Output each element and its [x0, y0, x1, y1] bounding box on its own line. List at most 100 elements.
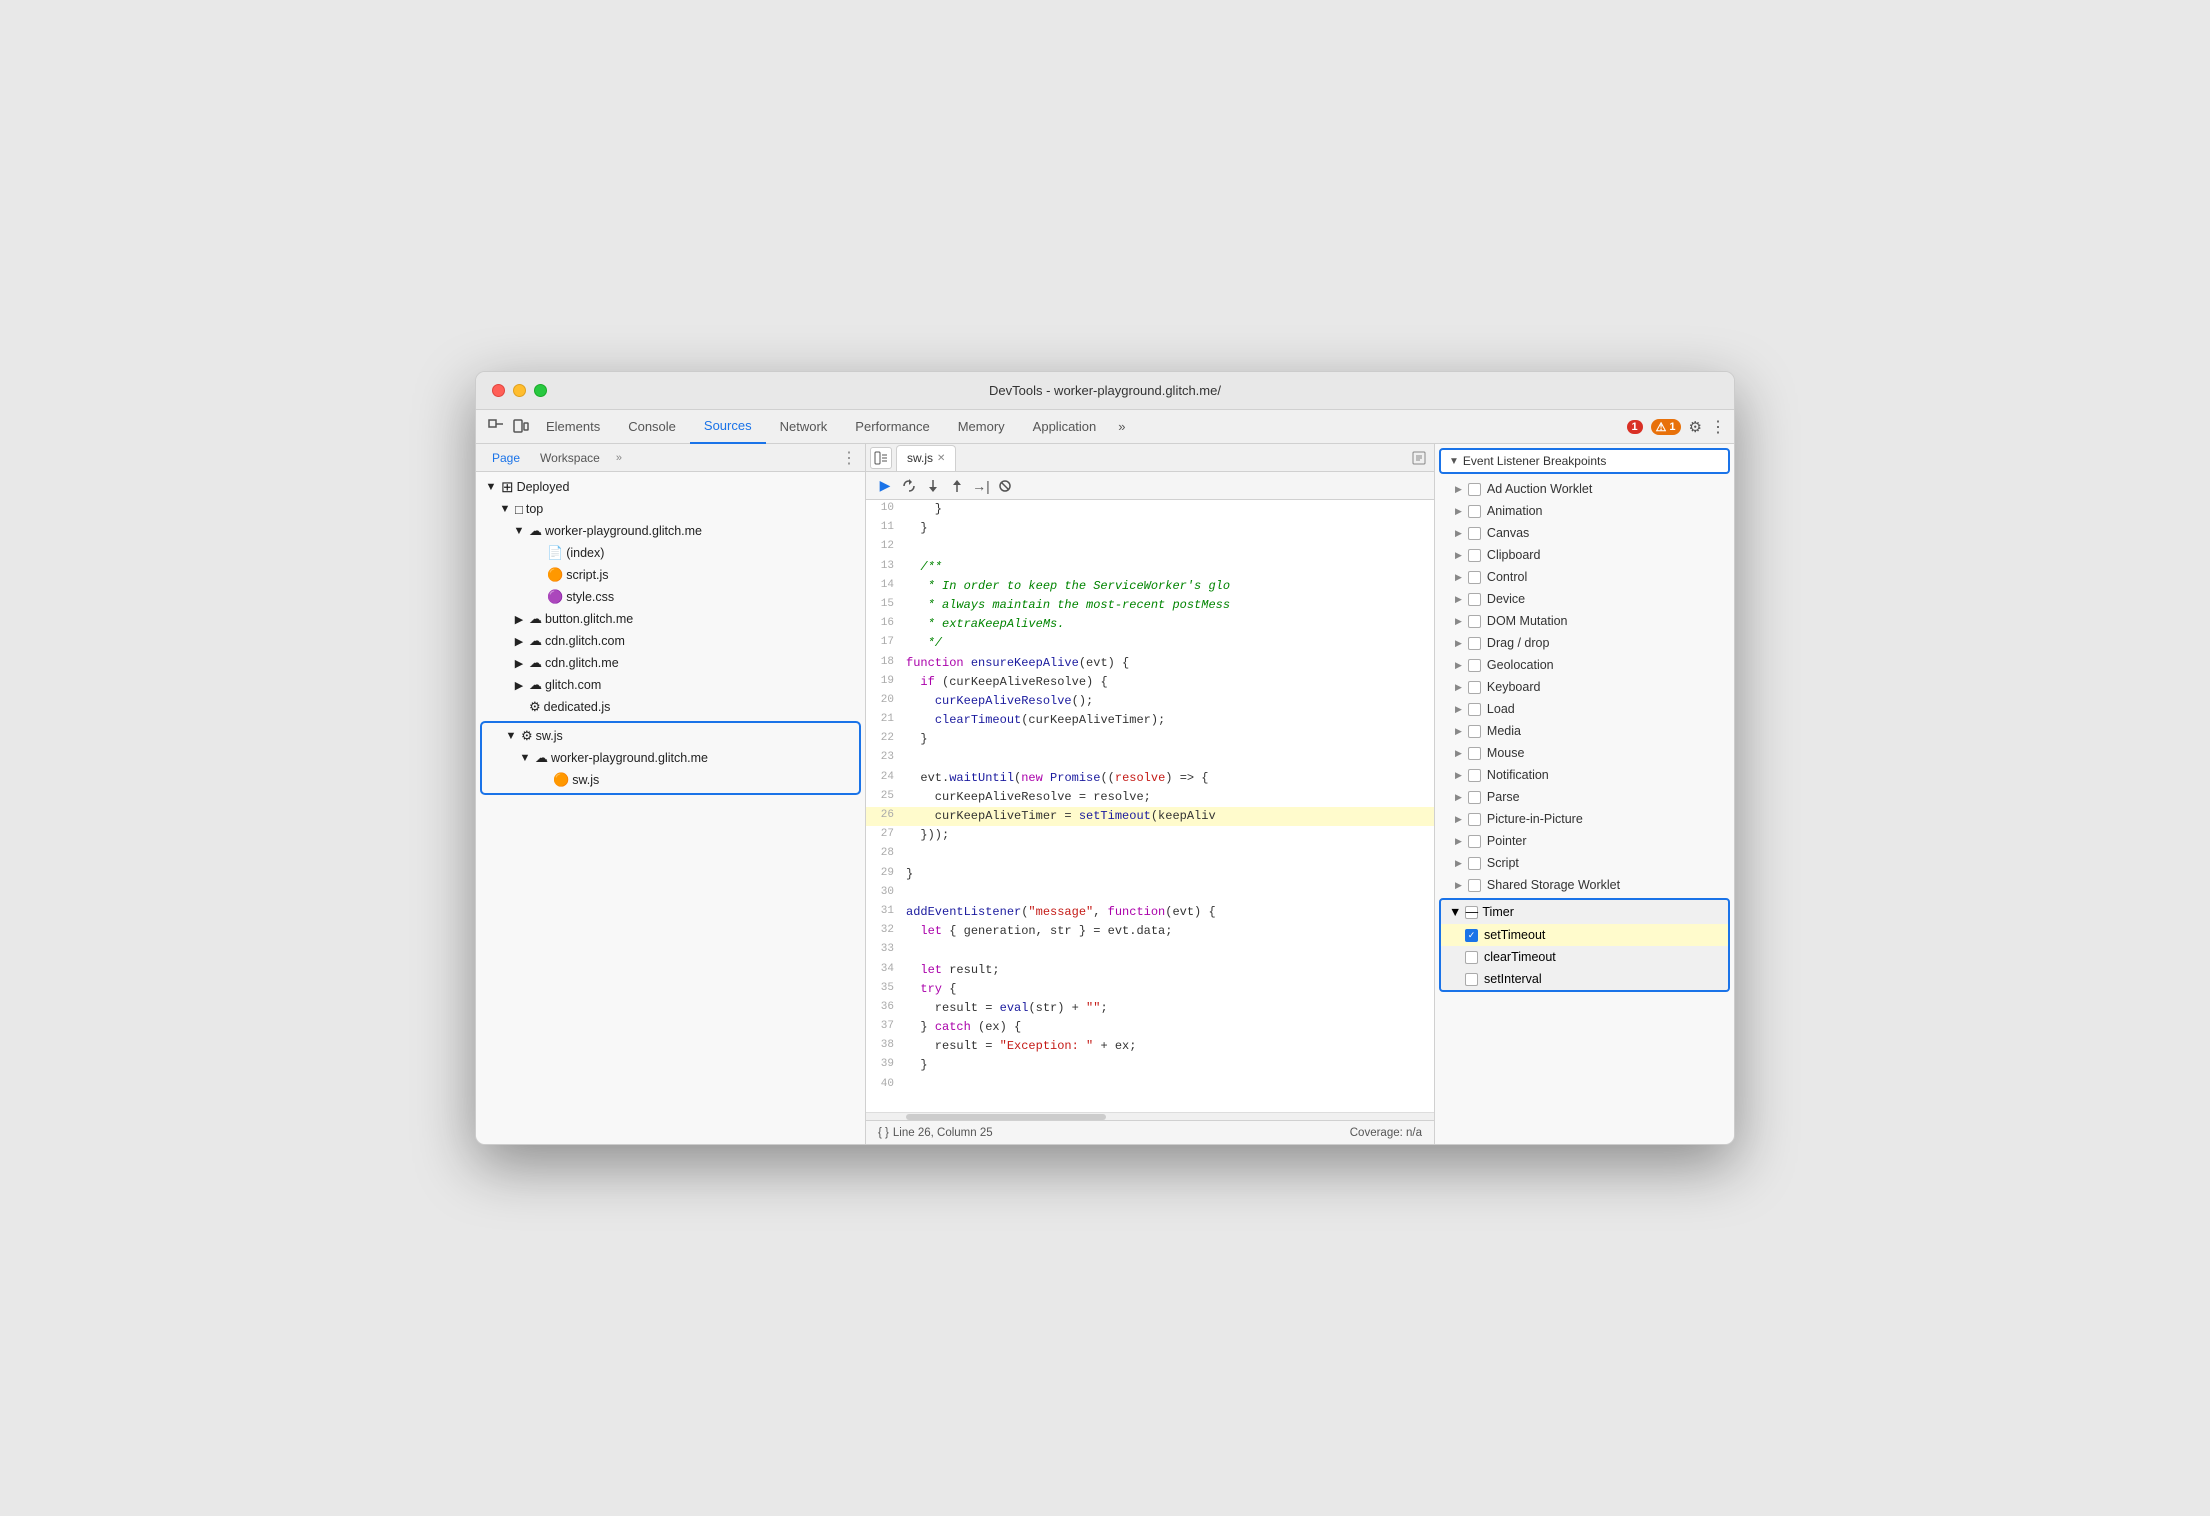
bp-item-picture-in-picture[interactable]: ▶ Picture-in-Picture: [1435, 808, 1734, 830]
horizontal-scrollbar[interactable]: [866, 1112, 1434, 1120]
bp-checkbox[interactable]: [1468, 571, 1481, 584]
more-options-button[interactable]: ⋮: [1710, 417, 1726, 437]
format-button[interactable]: { }: [878, 1127, 889, 1139]
tree-item-swjs-folder[interactable]: ▼ ⚙ sw.js: [482, 725, 859, 747]
page-tab[interactable]: Page: [484, 451, 528, 465]
tree-item-worker-playground-sub[interactable]: ▼ ☁ worker-playground.glitch.me: [482, 747, 859, 769]
tree-item-cdn-glitch-me[interactable]: ▶ ☁ cdn.glitch.me: [476, 652, 865, 674]
tree-item-script-js[interactable]: 🟠 script.js: [476, 564, 865, 586]
deactivate-breakpoints-button[interactable]: [994, 475, 1016, 497]
tab-sources[interactable]: Sources: [690, 410, 766, 444]
tree-item-worker-playground[interactable]: ▼ ☁ worker-playground.glitch.me: [476, 520, 865, 542]
bp-item-shared-storage[interactable]: ▶ Shared Storage Worklet: [1435, 874, 1734, 896]
bp-checkbox[interactable]: [1468, 637, 1481, 650]
bp-checkbox[interactable]: [1468, 483, 1481, 496]
close-tab-icon[interactable]: ✕: [937, 453, 945, 464]
tab-performance[interactable]: Performance: [841, 410, 943, 444]
bp-item-control[interactable]: ▶ Control: [1435, 566, 1734, 588]
bp-checkbox[interactable]: [1468, 659, 1481, 672]
bp-item-device[interactable]: ▶ Device: [1435, 588, 1734, 610]
bp-item-parse[interactable]: ▶ Parse: [1435, 786, 1734, 808]
bp-item-geolocation[interactable]: ▶ Geolocation: [1435, 654, 1734, 676]
bp-subitem-settimeout[interactable]: ✓ setTimeout: [1441, 924, 1728, 946]
tree-item-deployed[interactable]: ▼ ⊞ Deployed: [476, 476, 865, 498]
swjs-tab[interactable]: sw.js ✕: [896, 445, 956, 471]
inspect-element-icon[interactable]: [484, 415, 508, 439]
bp-item-clipboard[interactable]: ▶ Clipboard: [1435, 544, 1734, 566]
bp-checkbox[interactable]: [1468, 747, 1481, 760]
settings-icon[interactable]: ⚙: [1689, 418, 1702, 436]
bp-subitem-cleartimeout[interactable]: clearTimeout: [1441, 946, 1728, 968]
bp-checkbox[interactable]: [1468, 681, 1481, 694]
bp-item-mouse[interactable]: ▶ Mouse: [1435, 742, 1734, 764]
bp-checkbox[interactable]: [1468, 593, 1481, 606]
bp-checkbox[interactable]: [1468, 813, 1481, 826]
more-tabs-icon[interactable]: »: [612, 452, 626, 464]
bp-checkbox[interactable]: [1468, 505, 1481, 518]
bp-checkbox[interactable]: [1468, 703, 1481, 716]
more-tabs-button[interactable]: »: [1110, 410, 1133, 444]
tree-item-style-css[interactable]: 🟣 style.css: [476, 586, 865, 608]
format-icon[interactable]: [1408, 447, 1430, 469]
step-out-button[interactable]: [946, 475, 968, 497]
tree-item-index[interactable]: 📄 (index): [476, 542, 865, 564]
code-line-30: 30: [866, 884, 1434, 903]
bp-checkbox[interactable]: [1468, 791, 1481, 804]
tab-network[interactable]: Network: [766, 410, 842, 444]
tab-memory[interactable]: Memory: [944, 410, 1019, 444]
tree-item-swjs-file[interactable]: 🟠 sw.js: [482, 769, 859, 791]
timer-section-checkbox[interactable]: —: [1465, 906, 1478, 919]
bp-item-media[interactable]: ▶ Media: [1435, 720, 1734, 742]
bp-item-drag-drop[interactable]: ▶ Drag / drop: [1435, 632, 1734, 654]
bp-item-canvas[interactable]: ▶ Canvas: [1435, 522, 1734, 544]
device-toggle-icon[interactable]: [508, 415, 532, 439]
bp-checkbox[interactable]: [1468, 615, 1481, 628]
code-content[interactable]: 10 } 11 } 12 13 /** 14 *: [866, 500, 1434, 1112]
resume-button[interactable]: ▶: [874, 475, 896, 497]
code-line-33: 33: [866, 941, 1434, 960]
file-panel-menu-icon[interactable]: ⋮: [841, 448, 857, 468]
bp-checkbox[interactable]: [1468, 549, 1481, 562]
tree-item-cdn-glitch-com[interactable]: ▶ ☁ cdn.glitch.com: [476, 630, 865, 652]
bp-checkbox[interactable]: [1468, 857, 1481, 870]
settimeout-checkbox[interactable]: ✓: [1465, 929, 1478, 942]
bp-checkbox[interactable]: [1468, 725, 1481, 738]
maximize-button[interactable]: [534, 384, 547, 397]
tree-item-top[interactable]: ▼ □ top: [476, 498, 865, 520]
tab-console[interactable]: Console: [614, 410, 690, 444]
tab-elements[interactable]: Elements: [532, 410, 614, 444]
cleartimeout-checkbox[interactable]: [1465, 951, 1478, 964]
bp-item-dom-mutation[interactable]: ▶ DOM Mutation: [1435, 610, 1734, 632]
tree-label: cdn.glitch.me: [545, 656, 619, 670]
close-button[interactable]: [492, 384, 505, 397]
bp-item-animation[interactable]: ▶ Animation: [1435, 500, 1734, 522]
bp-checkbox[interactable]: [1468, 769, 1481, 782]
tab-application[interactable]: Application: [1019, 410, 1111, 444]
scrollbar-thumb[interactable]: [906, 1114, 1106, 1120]
bp-item-keyboard[interactable]: ▶ Keyboard: [1435, 676, 1734, 698]
bp-checkbox[interactable]: [1468, 527, 1481, 540]
bp-item-notification[interactable]: ▶ Notification: [1435, 764, 1734, 786]
bp-item-script[interactable]: ▶ Script: [1435, 852, 1734, 874]
step-into-button[interactable]: [922, 475, 944, 497]
bp-checkbox[interactable]: [1468, 835, 1481, 848]
title-bar: DevTools - worker-playground.glitch.me/: [476, 372, 1734, 410]
step-over-button[interactable]: [898, 475, 920, 497]
code-line-27: 27 }));: [866, 826, 1434, 845]
minimize-button[interactable]: [513, 384, 526, 397]
file-tree-toggle-icon[interactable]: [870, 447, 892, 469]
bp-item-ad-auction[interactable]: ▶ Ad Auction Worklet: [1435, 478, 1734, 500]
bp-item-load[interactable]: ▶ Load: [1435, 698, 1734, 720]
bp-checkbox[interactable]: [1468, 879, 1481, 892]
bp-item-pointer[interactable]: ▶ Pointer: [1435, 830, 1734, 852]
timer-section-header[interactable]: ▼ — Timer: [1441, 900, 1728, 924]
tree-item-button-glitch[interactable]: ▶ ☁ button.glitch.me: [476, 608, 865, 630]
tree-item-dedicated-js[interactable]: ⚙ dedicated.js: [476, 696, 865, 718]
setinterval-checkbox[interactable]: [1465, 973, 1478, 986]
cloud-icon: ☁: [529, 633, 542, 649]
workspace-tab[interactable]: Workspace: [532, 451, 608, 465]
step-button[interactable]: →|: [970, 475, 992, 497]
tree-item-glitch-com[interactable]: ▶ ☁ glitch.com: [476, 674, 865, 696]
event-listener-breakpoints-header[interactable]: ▼ Event Listener Breakpoints: [1439, 448, 1730, 474]
bp-subitem-setinterval[interactable]: setInterval: [1441, 968, 1728, 990]
